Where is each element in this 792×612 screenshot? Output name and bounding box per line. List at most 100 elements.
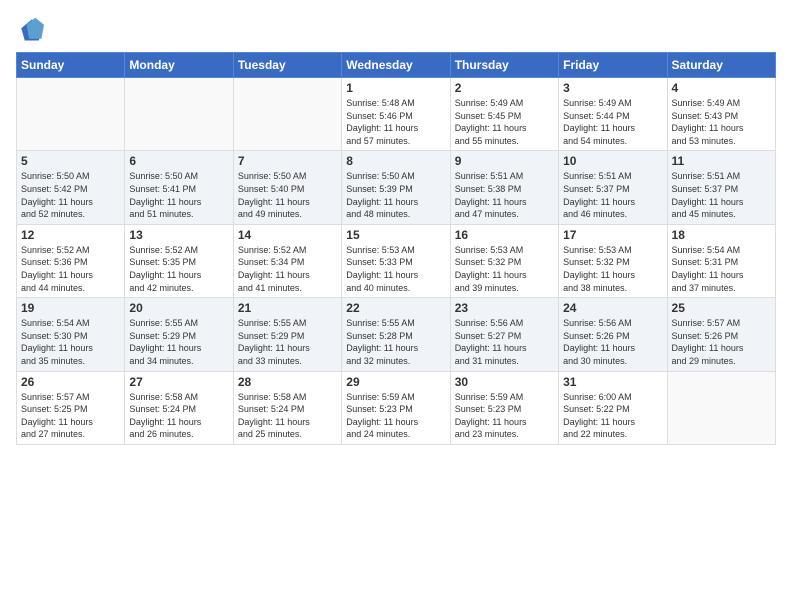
day-of-week-header: Tuesday bbox=[233, 53, 341, 78]
day-number: 8 bbox=[346, 154, 445, 168]
day-number: 4 bbox=[672, 81, 771, 95]
day-of-week-header: Sunday bbox=[17, 53, 125, 78]
day-info: Sunrise: 5:53 AM Sunset: 5:32 PM Dayligh… bbox=[455, 244, 554, 294]
day-number: 31 bbox=[563, 375, 662, 389]
day-info: Sunrise: 5:51 AM Sunset: 5:37 PM Dayligh… bbox=[672, 170, 771, 220]
day-info: Sunrise: 5:58 AM Sunset: 5:24 PM Dayligh… bbox=[238, 391, 337, 441]
calendar-cell: 19 Sunrise: 5:54 AM Sunset: 5:30 PM Dayli… bbox=[17, 298, 125, 371]
day-number: 26 bbox=[21, 375, 120, 389]
calendar-cell: 13Sunrise: 5:52 AM Sunset: 5:35 PM Dayli… bbox=[125, 224, 233, 297]
page-header bbox=[16, 16, 776, 44]
day-number: 2 bbox=[455, 81, 554, 95]
day-of-week-header: Friday bbox=[559, 53, 667, 78]
day-number: 5 bbox=[21, 154, 120, 168]
calendar-cell: 2 Sunrise: 5:49 AM Sunset: 5:45 PM Daylig… bbox=[450, 78, 558, 151]
day-number: 15 bbox=[346, 228, 445, 242]
calendar-header-row: SundayMondayTuesdayWednesdayThursdayFrid… bbox=[17, 53, 776, 78]
day-info: Sunrise: 5:54 AM Sunset: 5:30 PM Dayligh… bbox=[21, 317, 120, 367]
calendar-cell: 14 Sunrise: 5:52 AM Sunset: 5:34 PM Dayli… bbox=[233, 224, 341, 297]
day-number: 18 bbox=[672, 228, 771, 242]
day-info: Sunrise: 5:53 AM Sunset: 5:32 PM Dayligh… bbox=[563, 244, 662, 294]
calendar-cell: 4 Sunrise: 5:49 AM Sunset: 5:43 PM Daylig… bbox=[667, 78, 775, 151]
day-info: Sunrise: 5:51 AM Sunset: 5:38 PM Dayligh… bbox=[455, 170, 554, 220]
logo bbox=[16, 16, 48, 44]
calendar-cell: 7 Sunrise: 5:50 AM Sunset: 5:40 PM Daylig… bbox=[233, 151, 341, 224]
day-number: 23 bbox=[455, 301, 554, 315]
calendar-cell: 24Sunrise: 5:56 AM Sunset: 5:26 PM Dayli… bbox=[559, 298, 667, 371]
calendar-cell: 30 Sunrise: 5:59 AM Sunset: 5:23 PM Dayli… bbox=[450, 371, 558, 444]
calendar-cell: 21Sunrise: 5:55 AM Sunset: 5:29 PM Dayli… bbox=[233, 298, 341, 371]
calendar-cell: 15Sunrise: 5:53 AM Sunset: 5:33 PM Dayli… bbox=[342, 224, 450, 297]
day-info: Sunrise: 5:59 AM Sunset: 5:23 PM Dayligh… bbox=[346, 391, 445, 441]
calendar-cell: 25Sunrise: 5:57 AM Sunset: 5:26 PM Dayli… bbox=[667, 298, 775, 371]
day-number: 27 bbox=[129, 375, 228, 389]
calendar-cell: 28 Sunrise: 5:58 AM Sunset: 5:24 PM Dayli… bbox=[233, 371, 341, 444]
day-number: 16 bbox=[455, 228, 554, 242]
day-info: Sunrise: 5:52 AM Sunset: 5:34 PM Dayligh… bbox=[238, 244, 337, 294]
day-info: Sunrise: 5:50 AM Sunset: 5:42 PM Dayligh… bbox=[21, 170, 120, 220]
calendar-cell: 10 Sunrise: 5:51 AM Sunset: 5:37 PM Dayli… bbox=[559, 151, 667, 224]
calendar-cell: 8 Sunrise: 5:50 AM Sunset: 5:39 PM Daylig… bbox=[342, 151, 450, 224]
calendar-cell: 17 Sunrise: 5:53 AM Sunset: 5:32 PM Dayli… bbox=[559, 224, 667, 297]
day-of-week-header: Saturday bbox=[667, 53, 775, 78]
calendar-cell: 27 Sunrise: 5:58 AM Sunset: 5:24 PM Dayli… bbox=[125, 371, 233, 444]
calendar-week-row: 26 Sunrise: 5:57 AM Sunset: 5:25 PM Dayli… bbox=[17, 371, 776, 444]
day-info: Sunrise: 5:52 AM Sunset: 5:35 PM Dayligh… bbox=[129, 244, 228, 294]
calendar-cell: 12 Sunrise: 5:52 AM Sunset: 5:36 PM Dayli… bbox=[17, 224, 125, 297]
day-number: 29 bbox=[346, 375, 445, 389]
calendar-week-row: 19 Sunrise: 5:54 AM Sunset: 5:30 PM Dayli… bbox=[17, 298, 776, 371]
day-info: Sunrise: 5:56 AM Sunset: 5:27 PM Dayligh… bbox=[455, 317, 554, 367]
calendar-week-row: 12 Sunrise: 5:52 AM Sunset: 5:36 PM Dayli… bbox=[17, 224, 776, 297]
calendar-cell: 20 Sunrise: 5:55 AM Sunset: 5:29 PM Dayli… bbox=[125, 298, 233, 371]
day-info: Sunrise: 5:49 AM Sunset: 5:45 PM Dayligh… bbox=[455, 97, 554, 147]
day-info: Sunrise: 5:55 AM Sunset: 5:29 PM Dayligh… bbox=[129, 317, 228, 367]
day-number: 9 bbox=[455, 154, 554, 168]
day-of-week-header: Thursday bbox=[450, 53, 558, 78]
calendar-cell: 22 Sunrise: 5:55 AM Sunset: 5:28 PM Dayli… bbox=[342, 298, 450, 371]
day-number: 10 bbox=[563, 154, 662, 168]
calendar-cell: 31 Sunrise: 6:00 AM Sunset: 5:22 PM Dayli… bbox=[559, 371, 667, 444]
calendar-cell: 9 Sunrise: 5:51 AM Sunset: 5:38 PM Daylig… bbox=[450, 151, 558, 224]
day-info: Sunrise: 5:57 AM Sunset: 5:25 PM Dayligh… bbox=[21, 391, 120, 441]
day-number: 20 bbox=[129, 301, 228, 315]
calendar-cell bbox=[233, 78, 341, 151]
day-number: 22 bbox=[346, 301, 445, 315]
calendar-week-row: 1 Sunrise: 5:48 AM Sunset: 5:46 PM Daylig… bbox=[17, 78, 776, 151]
day-number: 6 bbox=[129, 154, 228, 168]
day-of-week-header: Monday bbox=[125, 53, 233, 78]
day-info: Sunrise: 5:48 AM Sunset: 5:46 PM Dayligh… bbox=[346, 97, 445, 147]
day-info: Sunrise: 5:59 AM Sunset: 5:23 PM Dayligh… bbox=[455, 391, 554, 441]
day-info: Sunrise: 5:58 AM Sunset: 5:24 PM Dayligh… bbox=[129, 391, 228, 441]
calendar-week-row: 5 Sunrise: 5:50 AM Sunset: 5:42 PM Daylig… bbox=[17, 151, 776, 224]
day-number: 28 bbox=[238, 375, 337, 389]
day-info: Sunrise: 5:50 AM Sunset: 5:39 PM Dayligh… bbox=[346, 170, 445, 220]
day-info: Sunrise: 5:50 AM Sunset: 5:40 PM Dayligh… bbox=[238, 170, 337, 220]
calendar-cell: 26 Sunrise: 5:57 AM Sunset: 5:25 PM Dayli… bbox=[17, 371, 125, 444]
calendar-cell: 3Sunrise: 5:49 AM Sunset: 5:44 PM Daylig… bbox=[559, 78, 667, 151]
day-number: 19 bbox=[21, 301, 120, 315]
calendar-table: SundayMondayTuesdayWednesdayThursdayFrid… bbox=[16, 52, 776, 445]
day-info: Sunrise: 5:55 AM Sunset: 5:28 PM Dayligh… bbox=[346, 317, 445, 367]
day-info: Sunrise: 5:49 AM Sunset: 5:43 PM Dayligh… bbox=[672, 97, 771, 147]
day-number: 25 bbox=[672, 301, 771, 315]
day-number: 14 bbox=[238, 228, 337, 242]
day-number: 7 bbox=[238, 154, 337, 168]
day-number: 12 bbox=[21, 228, 120, 242]
calendar-cell bbox=[125, 78, 233, 151]
day-number: 30 bbox=[455, 375, 554, 389]
calendar-cell: 29 Sunrise: 5:59 AM Sunset: 5:23 PM Dayli… bbox=[342, 371, 450, 444]
day-info: Sunrise: 6:00 AM Sunset: 5:22 PM Dayligh… bbox=[563, 391, 662, 441]
calendar-cell: 1 Sunrise: 5:48 AM Sunset: 5:46 PM Daylig… bbox=[342, 78, 450, 151]
calendar-cell: 23 Sunrise: 5:56 AM Sunset: 5:27 PM Dayli… bbox=[450, 298, 558, 371]
day-info: Sunrise: 5:51 AM Sunset: 5:37 PM Dayligh… bbox=[563, 170, 662, 220]
day-of-week-header: Wednesday bbox=[342, 53, 450, 78]
day-number: 21 bbox=[238, 301, 337, 315]
day-number: 17 bbox=[563, 228, 662, 242]
day-number: 1 bbox=[346, 81, 445, 95]
day-info: Sunrise: 5:50 AM Sunset: 5:41 PM Dayligh… bbox=[129, 170, 228, 220]
day-number: 11 bbox=[672, 154, 771, 168]
calendar-cell: 18Sunrise: 5:54 AM Sunset: 5:31 PM Dayli… bbox=[667, 224, 775, 297]
calendar-cell: 5 Sunrise: 5:50 AM Sunset: 5:42 PM Daylig… bbox=[17, 151, 125, 224]
day-info: Sunrise: 5:52 AM Sunset: 5:36 PM Dayligh… bbox=[21, 244, 120, 294]
calendar-cell: 11 Sunrise: 5:51 AM Sunset: 5:37 PM Dayli… bbox=[667, 151, 775, 224]
